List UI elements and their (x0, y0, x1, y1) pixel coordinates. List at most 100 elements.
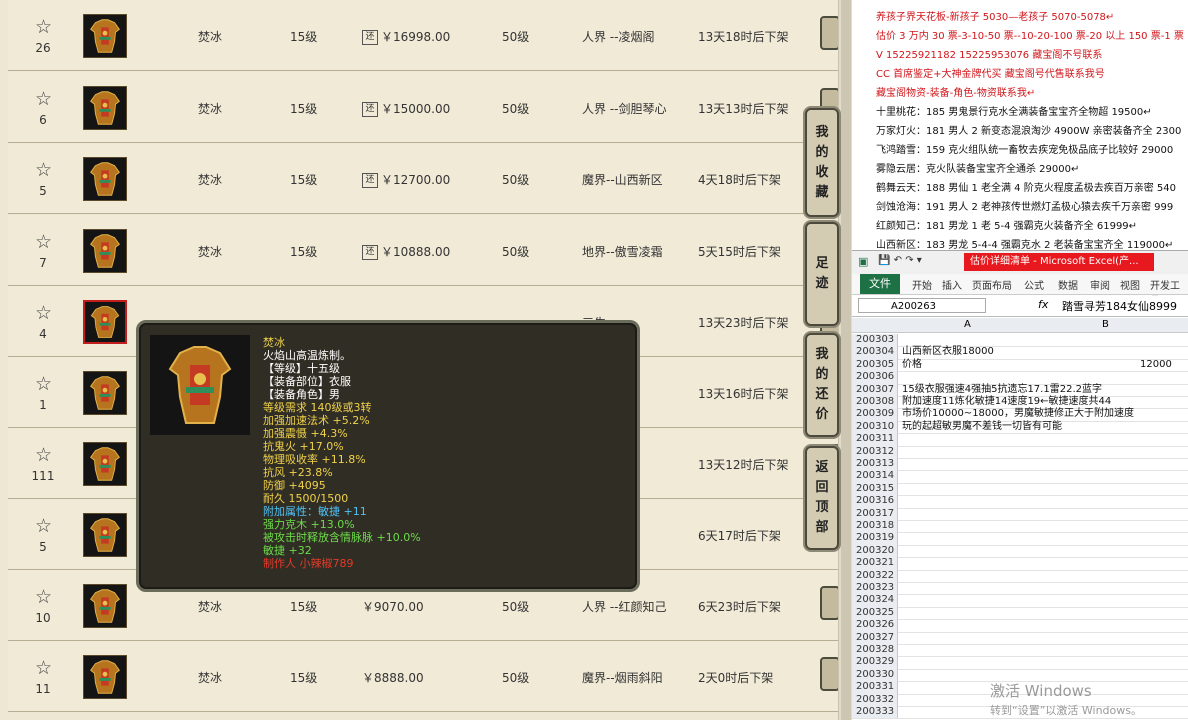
ribbon-tab[interactable]: 视图 (1120, 277, 1140, 292)
sheet-row[interactable]: 200321 (852, 557, 1188, 571)
row-number[interactable]: 200303 (852, 334, 898, 347)
ribbon-tab[interactable]: 审阅 (1090, 277, 1110, 292)
star-icon[interactable]: ☆ (35, 375, 52, 394)
row-number[interactable]: 200325 (852, 606, 898, 620)
row-number[interactable]: 200315 (852, 482, 898, 496)
sheet-row[interactable]: 200327 (852, 631, 1188, 645)
table-row[interactable]: ☆ 6 焚冰 15级 还 ￥15000.00 50级 人界 --剑胆琴心 13天13时后下架 (8, 72, 840, 143)
side-button-0[interactable]: 我的收藏 (805, 108, 839, 217)
row-number[interactable]: 200320 (852, 544, 898, 558)
bargain-badge[interactable]: 还 (362, 173, 378, 188)
item-name[interactable]: 焚冰 (198, 243, 222, 260)
row-number[interactable]: 200304 (852, 346, 898, 359)
sheet-row[interactable]: 200305 价格 12000 (852, 358, 1188, 373)
ribbon-tab[interactable]: 数据 (1058, 277, 1078, 292)
row-number[interactable]: 200313 (852, 458, 898, 471)
star-icon[interactable]: ☆ (35, 161, 52, 180)
row-number[interactable]: 200322 (852, 569, 898, 582)
scrollbar-thumb[interactable] (841, 0, 851, 720)
item-name[interactable]: 焚冰 (198, 171, 222, 188)
row-number[interactable]: 200317 (852, 507, 898, 520)
sheet-row[interactable]: 200329 (852, 656, 1188, 670)
row-number[interactable]: 200330 (852, 668, 898, 682)
row-action-button[interactable] (820, 16, 840, 50)
bargain-badge[interactable]: 还 (362, 30, 378, 45)
row-number[interactable]: 200327 (852, 631, 898, 644)
star-icon[interactable]: ☆ (35, 90, 52, 109)
bargain-badge[interactable]: 还 (362, 102, 378, 117)
fx-button[interactable]: fx (1038, 298, 1048, 311)
ribbon-tab[interactable]: 插入 (942, 277, 962, 292)
star-icon[interactable]: ☆ (35, 588, 52, 607)
item-thumbnail[interactable] (83, 157, 127, 201)
sheet-row[interactable]: 200316 (852, 495, 1188, 509)
row-action-button[interactable] (820, 586, 840, 620)
row-number[interactable]: 200314 (852, 470, 898, 483)
item-thumbnail[interactable] (83, 300, 127, 344)
formula-input[interactable]: 踏雪寻芳184女仙8999 (1062, 298, 1177, 314)
sheet-row[interactable]: 200317 (852, 507, 1188, 521)
cell-a[interactable]: 附加速度11炼化敏捷14速度19←敏捷速度共44 (902, 396, 1111, 408)
item-thumbnail[interactable] (83, 14, 127, 58)
sheet-row[interactable]: 200325 (852, 606, 1188, 621)
column-a-header[interactable]: A (964, 319, 971, 330)
row-number[interactable]: 200312 (852, 445, 898, 458)
item-name[interactable]: 焚冰 (198, 28, 222, 45)
table-row[interactable]: ☆ 7 焚冰 15级 还 ￥10888.00 50级 地界--傲雪凌霜 5天15时后下架 (8, 215, 840, 286)
item-thumbnail[interactable] (83, 584, 127, 628)
market-scrollbar[interactable] (838, 0, 853, 720)
cell-a[interactable]: 山西新区衣服18000 (902, 346, 994, 358)
sheet-row[interactable]: 200328 (852, 644, 1188, 658)
sheet-row[interactable]: 200323 (852, 582, 1188, 596)
table-row[interactable]: ☆ 5 焚冰 15级 还 ￥12700.00 50级 魔界--山西新区 4天18时后下架 (8, 143, 840, 214)
star-icon[interactable]: ☆ (35, 233, 52, 252)
file-tab[interactable]: 文件 (860, 274, 900, 294)
item-thumbnail[interactable] (83, 371, 127, 415)
row-number[interactable]: 200318 (852, 520, 898, 533)
table-row[interactable]: ☆ 11 焚冰 15级 ￥8888.00 50级 魔界--烟雨斜阳 2天0时后下架 (8, 641, 840, 712)
side-button-3[interactable]: 返回顶部 (805, 446, 839, 550)
item-name[interactable]: 焚冰 (198, 100, 222, 117)
side-button-2[interactable]: 我的还价 (805, 333, 839, 437)
item-thumbnail[interactable] (83, 513, 127, 557)
name-box[interactable]: A200263 (858, 298, 986, 313)
sheet-row[interactable]: 200319 (852, 532, 1188, 546)
cell-a[interactable]: 市场价10000~18000，男魔敏捷修正大于附加速度 (902, 408, 1134, 420)
sheet-row[interactable]: 200324 (852, 594, 1188, 608)
cell-a[interactable]: 15级衣服强速4强抽5抗遗忘17.1雷22.2蓝字 (902, 384, 1102, 396)
item-thumbnail[interactable] (83, 655, 127, 699)
row-number[interactable]: 200319 (852, 532, 898, 545)
sheet-row[interactable]: 200313 (852, 458, 1188, 472)
ribbon-tab[interactable]: 公式 (1024, 277, 1044, 292)
row-number[interactable]: 200323 (852, 582, 898, 595)
star-icon[interactable]: ☆ (35, 659, 52, 678)
row-number[interactable]: 200332 (852, 693, 898, 706)
row-number[interactable]: 200329 (852, 656, 898, 669)
row-number[interactable]: 200309 (852, 408, 898, 421)
row-number[interactable]: 200321 (852, 557, 898, 570)
sheet-row[interactable]: 200314 (852, 470, 1188, 484)
row-number[interactable]: 200316 (852, 495, 898, 508)
item-thumbnail[interactable] (83, 442, 127, 486)
cell-a[interactable]: 玩的起超敏男魔不差钱一切皆有可能 (902, 421, 1062, 433)
sheet-row[interactable]: 200311 (852, 433, 1188, 447)
row-number[interactable]: 200333 (852, 706, 898, 719)
star-icon[interactable]: ☆ (35, 18, 52, 37)
star-icon[interactable]: ☆ (35, 446, 52, 465)
sheet-row[interactable]: 200318 (852, 520, 1188, 534)
item-name[interactable]: 焚冰 (198, 598, 222, 615)
quick-access-icons[interactable]: 💾 ↶ ↷ ▾ (878, 255, 922, 266)
row-number[interactable]: 200310 (852, 420, 898, 434)
sheet-row[interactable]: 200320 (852, 544, 1188, 559)
sheet-row[interactable]: 200315 (852, 482, 1188, 497)
row-number[interactable]: 200311 (852, 433, 898, 446)
item-thumbnail[interactable] (83, 86, 127, 130)
cell-a[interactable]: 价格 (902, 359, 922, 371)
sheet-row[interactable]: 200310 玩的起超敏男魔不差钱一切皆有可能 (852, 420, 1188, 435)
item-thumbnail[interactable] (83, 229, 127, 273)
column-b-header[interactable]: B (1102, 319, 1109, 330)
sheet-row[interactable]: 200326 (852, 619, 1188, 633)
spreadsheet-grid[interactable]: A B 200303 200304 山西新区衣服18000 200305 价格 12000… (852, 318, 1188, 720)
sheet-row[interactable]: 200312 (852, 445, 1188, 459)
ribbon-tab[interactable]: 页面布局 (972, 277, 1012, 292)
